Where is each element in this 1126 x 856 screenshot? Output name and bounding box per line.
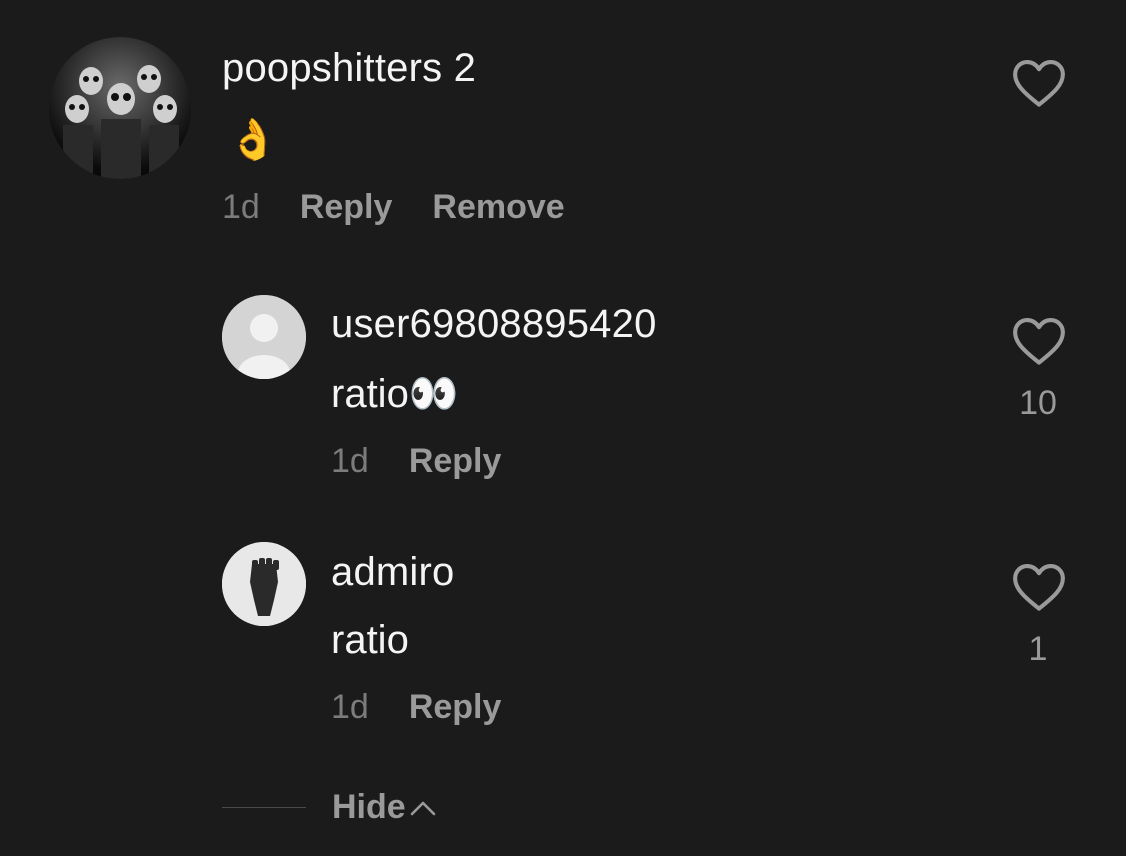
like-button[interactable] [1009,562,1069,617]
comment-username[interactable]: poopshitters 2 [222,46,476,91]
comment-meta: 1d Reply Remove [222,188,605,227]
comment-item: poopshitters 2 👌 1d Reply Remove [0,0,1126,260]
like-count: 1 [1028,630,1048,668]
skull-group-avatar-image [49,37,191,179]
comment-time: 1d [222,188,260,226]
reply-button[interactable]: Reply [409,442,502,481]
chevron-up-icon[interactable] [408,797,438,819]
comment-username[interactable]: admiro [331,550,454,595]
comment-meta: 1d Reply [331,688,541,727]
comment-meta: 1d Reply [331,442,541,481]
heart-outline-icon [1013,318,1065,365]
like-count: 10 [1019,384,1057,422]
like-button[interactable] [1009,316,1069,371]
divider-line [222,807,306,808]
heart-outline-icon [1013,564,1065,611]
comment-time: 1d [331,688,369,726]
remove-button[interactable]: Remove [432,188,564,227]
fist-avatar-image [222,542,306,626]
reply-item: admiro ratio 1d Reply 1 [0,530,1126,760]
default-user-icon [222,295,306,379]
comment-text: ratio [331,618,409,662]
avatar[interactable] [222,295,306,379]
hide-replies-row: Hide [222,788,438,827]
reply-button[interactable]: Reply [409,688,502,727]
comment-text: 👌 [228,118,278,162]
heart-outline-icon [1013,60,1065,107]
comment-username[interactable]: user69808895420 [331,302,657,347]
reply-button[interactable]: Reply [300,188,393,227]
like-button[interactable] [1009,58,1069,113]
comment-time: 1d [331,442,369,480]
reply-item: user69808895420 ratio👀 1d Reply 10 [0,280,1126,510]
avatar[interactable] [49,37,191,179]
comment-text: ratio👀 [331,372,459,416]
hide-replies-button[interactable]: Hide [332,788,406,827]
avatar[interactable] [222,542,306,626]
